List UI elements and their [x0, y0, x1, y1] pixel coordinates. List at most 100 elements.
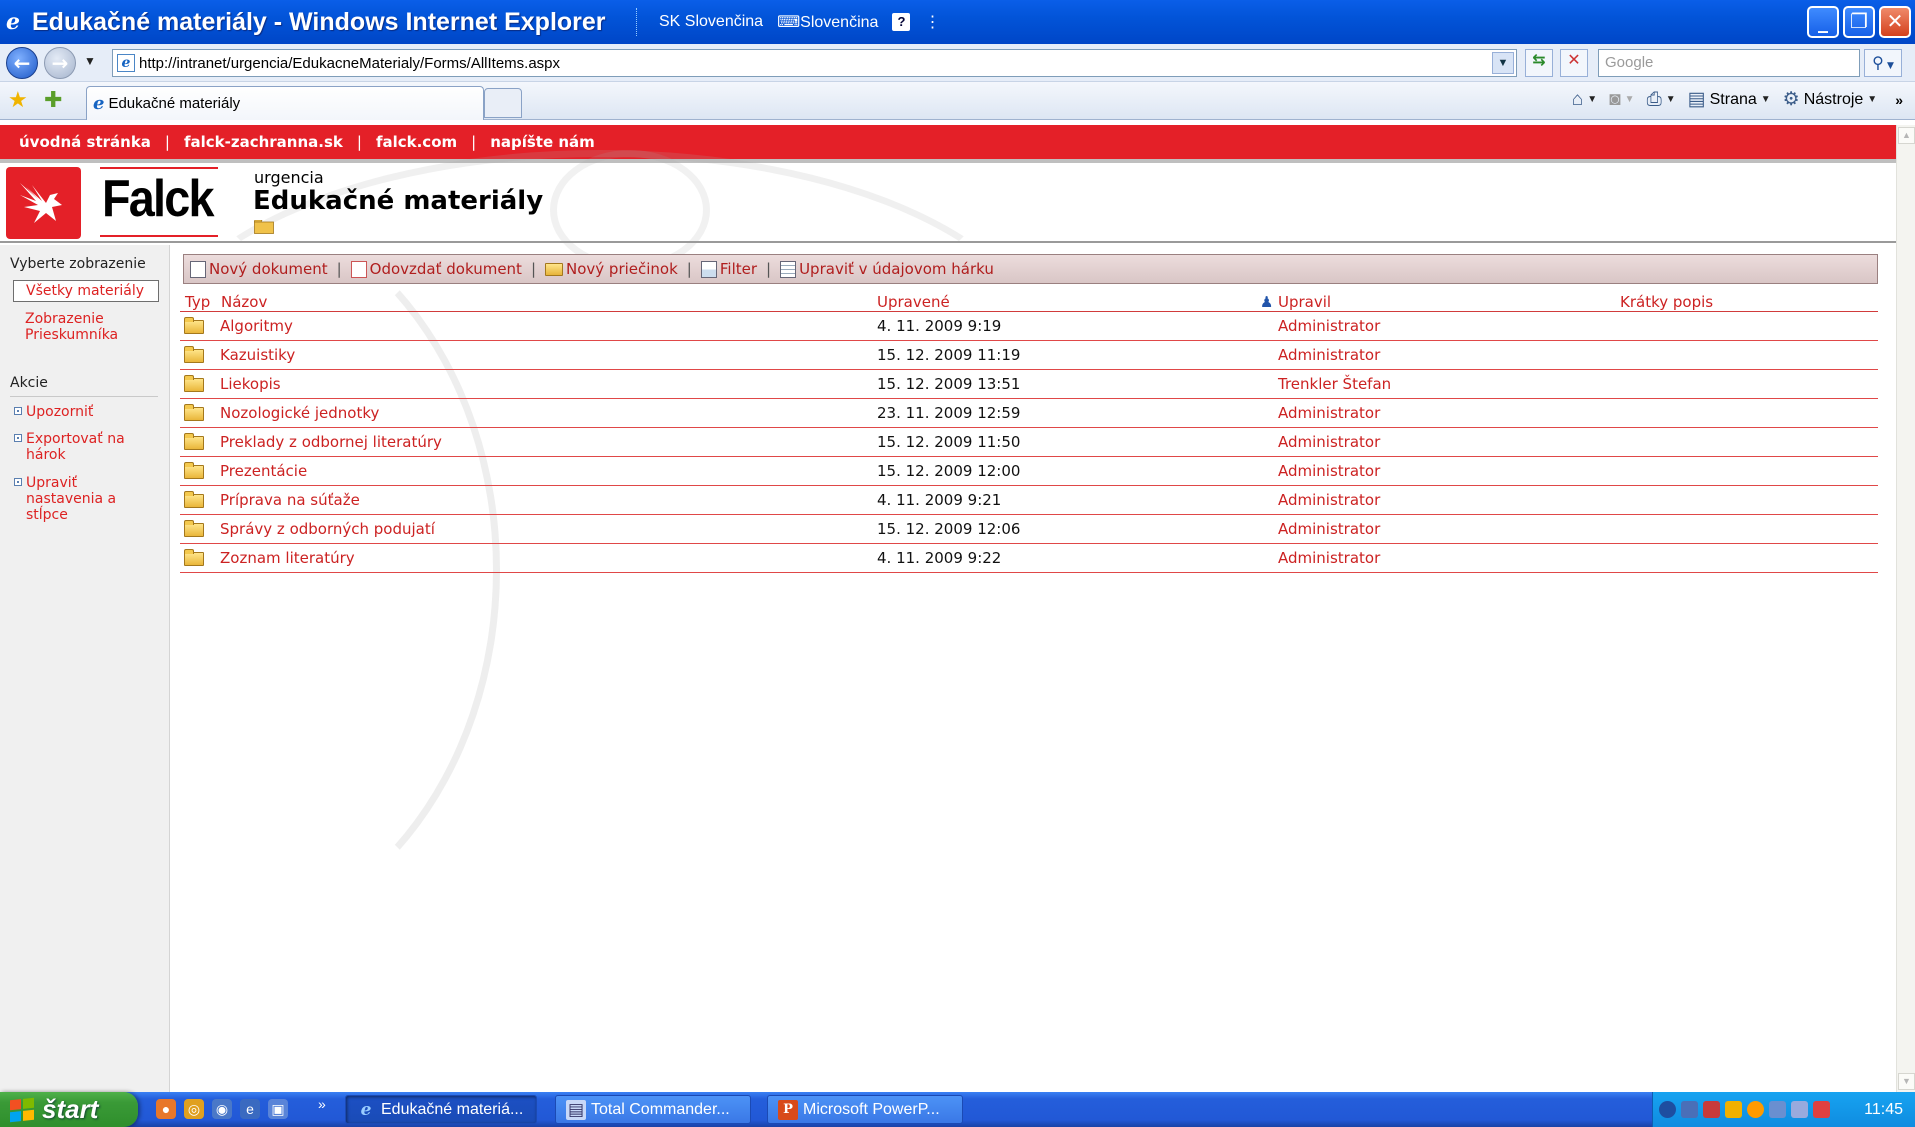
column-type[interactable]: Typ — [185, 293, 210, 311]
table-row[interactable]: Kazuistiky 15. 12. 2009 11:19 Administra… — [180, 341, 1878, 370]
row-name[interactable]: Liekopis — [220, 375, 281, 393]
sync-icon[interactable] — [1791, 1101, 1808, 1118]
vertical-scrollbar[interactable]: ▲ ▼ — [1896, 125, 1915, 1092]
page-menu[interactable]: ▤ Strana ▼ — [1688, 88, 1771, 111]
column-modified-by[interactable]: Upravil — [1278, 293, 1331, 311]
address-dropdown-icon[interactable]: ▼ — [1492, 52, 1514, 74]
falck-logo-emblem[interactable] — [6, 167, 81, 239]
display-icon[interactable] — [1769, 1101, 1786, 1118]
view-explorer[interactable]: Zobrazenie Prieskumníka — [25, 311, 145, 343]
more-chevron-icon[interactable]: » — [318, 1096, 326, 1112]
window-title-bar[interactable]: e Edukačné materiály - Windows Internet … — [0, 0, 1915, 44]
row-modified-by[interactable]: Administrator — [1278, 520, 1380, 538]
upload-document-button[interactable]: Odovzdať dokument — [350, 260, 522, 278]
row-name[interactable]: Preklady z odbornej literatúry — [220, 433, 442, 451]
new-tab-button[interactable] — [484, 88, 522, 118]
media-icon[interactable]: ◉ — [212, 1099, 232, 1119]
row-modified-by[interactable]: Administrator — [1278, 404, 1380, 422]
favorites-star-icon[interactable]: ★ — [8, 88, 28, 112]
more-commands-chevron-icon[interactable]: » — [1895, 92, 1903, 108]
row-modified-by[interactable]: Administrator — [1278, 346, 1380, 364]
url-text[interactable]: http://intranet/urgencia/EdukacneMateria… — [139, 55, 560, 72]
tools-menu[interactable]: ⚙ Nástroje ▼ — [1783, 88, 1878, 111]
tab-edukacne-materialy[interactable]: e Edukačné materiály — [86, 86, 484, 120]
row-name[interactable]: Príprava na súťaže — [220, 491, 360, 509]
language-bar-options-icon[interactable]: ⋮ — [924, 12, 940, 32]
ie-quicklaunch-icon[interactable]: e — [240, 1099, 260, 1119]
row-modified-by[interactable]: Administrator — [1278, 433, 1380, 451]
search-input[interactable]: Google — [1598, 49, 1860, 77]
print-button[interactable]: ⎙ ▼ — [1647, 89, 1676, 111]
site-name[interactable]: urgencia — [254, 168, 324, 187]
table-row[interactable]: Príprava na súťaže 4. 11. 2009 9:21 Admi… — [180, 486, 1878, 515]
scroll-down-icon[interactable]: ▼ — [1898, 1073, 1915, 1090]
table-row[interactable]: Liekopis 15. 12. 2009 13:51 Trenkler Šte… — [180, 370, 1878, 399]
top-nav-link-contact[interactable]: napíšte nám — [490, 133, 595, 151]
row-modified-by[interactable]: Trenkler Štefan — [1278, 375, 1391, 393]
keyboard-layout[interactable]: ⌨Slovenčina — [777, 12, 878, 32]
home-dropdown-icon[interactable]: ▼ — [1587, 94, 1597, 105]
row-modified-by[interactable]: Administrator — [1278, 491, 1380, 509]
close-button[interactable]: ✕ — [1879, 6, 1911, 38]
table-row[interactable]: Nozologické jednotky 23. 11. 2009 12:59 … — [180, 399, 1878, 428]
clock[interactable]: 11:45 — [1864, 1101, 1903, 1119]
column-description[interactable]: Krátky popis — [1620, 293, 1713, 311]
scroll-up-icon[interactable]: ▲ — [1898, 127, 1915, 144]
firefox-icon[interactable]: ● — [156, 1099, 176, 1119]
update-icon[interactable] — [1747, 1101, 1764, 1118]
table-row[interactable]: Zoznam literatúry 4. 11. 2009 9:22 Admin… — [180, 544, 1878, 573]
row-name[interactable]: Nozologické jednotky — [220, 404, 379, 422]
row-name[interactable]: Zoznam literatúry — [220, 549, 355, 567]
search-options-icon[interactable]: ▼ — [1884, 61, 1894, 71]
tray-expand-icon[interactable] — [1659, 1101, 1676, 1118]
falck-logo-text[interactable]: Falck — [102, 169, 214, 229]
task-total-commander[interactable]: ▤ Total Commander... — [555, 1095, 751, 1124]
back-button[interactable]: ← — [6, 47, 38, 79]
address-field[interactable]: e http://intranet/urgencia/EdukacneMater… — [112, 49, 1517, 77]
forward-button[interactable]: → — [44, 47, 76, 79]
home-button[interactable]: ⌂ ▼ — [1572, 89, 1597, 111]
language-bar[interactable]: SK Slovenčina ⌨Slovenčina ? ⋮ — [636, 8, 940, 36]
row-modified-by[interactable]: Administrator — [1278, 549, 1380, 567]
edit-datasheet-button[interactable]: Upraviť v údajovom hárku — [780, 260, 994, 278]
wireless-icon[interactable] — [1813, 1101, 1830, 1118]
action-export[interactable]: Exportovať na hárok — [14, 431, 154, 463]
language-code[interactable]: SK Slovenčina — [659, 13, 763, 31]
add-favorite-icon[interactable]: ✚ — [44, 88, 62, 112]
table-row[interactable]: Správy z odborných podujatí 15. 12. 2009… — [180, 515, 1878, 544]
filter-button[interactable]: Filter — [700, 260, 757, 278]
view-all-materials[interactable]: Všetky materiály — [13, 280, 159, 302]
feeds-button[interactable]: ◙ ▼ — [1609, 89, 1634, 111]
action-alert[interactable]: Upozorniť — [14, 404, 93, 420]
column-modified[interactable]: Upravené — [877, 293, 950, 311]
row-modified-by[interactable]: Administrator — [1278, 462, 1380, 480]
security-icon[interactable] — [1703, 1101, 1720, 1118]
network-icon[interactable] — [1681, 1101, 1698, 1118]
row-name[interactable]: Prezentácie — [220, 462, 307, 480]
column-name[interactable]: Názov — [221, 293, 267, 311]
row-name[interactable]: Správy z odborných podujatí — [220, 520, 435, 538]
floppy-icon[interactable]: ▣ — [268, 1099, 288, 1119]
row-modified-by[interactable]: Administrator — [1278, 317, 1380, 335]
table-row[interactable]: Prezentácie 15. 12. 2009 12:00 Administr… — [180, 457, 1878, 486]
row-name[interactable]: Kazuistiky — [220, 346, 295, 364]
top-nav-link-falck-zachranna[interactable]: falck-zachranna.sk — [184, 133, 343, 151]
task-ie[interactable]: e Edukačné materiá... — [345, 1095, 537, 1124]
minimize-button[interactable]: _ — [1807, 6, 1839, 38]
top-nav-link-home[interactable]: úvodná stránka — [19, 133, 151, 151]
table-row[interactable]: Algoritmy 4. 11. 2009 9:19 Administrator — [180, 312, 1878, 341]
top-nav-link-falck-com[interactable]: falck.com — [376, 133, 457, 151]
outlook-icon[interactable]: ◎ — [184, 1099, 204, 1119]
messenger-icon[interactable] — [1725, 1101, 1742, 1118]
task-powerpoint[interactable]: P Microsoft PowerP... — [767, 1095, 963, 1124]
search-button[interactable]: ⚲ ▼ — [1864, 49, 1902, 77]
new-document-button[interactable]: Nový dokument — [190, 260, 328, 278]
action-settings[interactable]: Upraviť nastavenia a stĺpce — [14, 475, 154, 523]
help-icon[interactable]: ? — [892, 13, 911, 31]
table-row[interactable]: Preklady z odbornej literatúry 15. 12. 2… — [180, 428, 1878, 457]
feeds-dropdown-icon[interactable]: ▼ — [1625, 94, 1635, 105]
refresh-button[interactable]: ⇆ — [1525, 49, 1553, 77]
stop-button[interactable]: ✕ — [1560, 49, 1588, 77]
restore-button[interactable]: ❐ — [1843, 6, 1875, 38]
history-dropdown-icon[interactable]: ▼ — [84, 54, 96, 68]
